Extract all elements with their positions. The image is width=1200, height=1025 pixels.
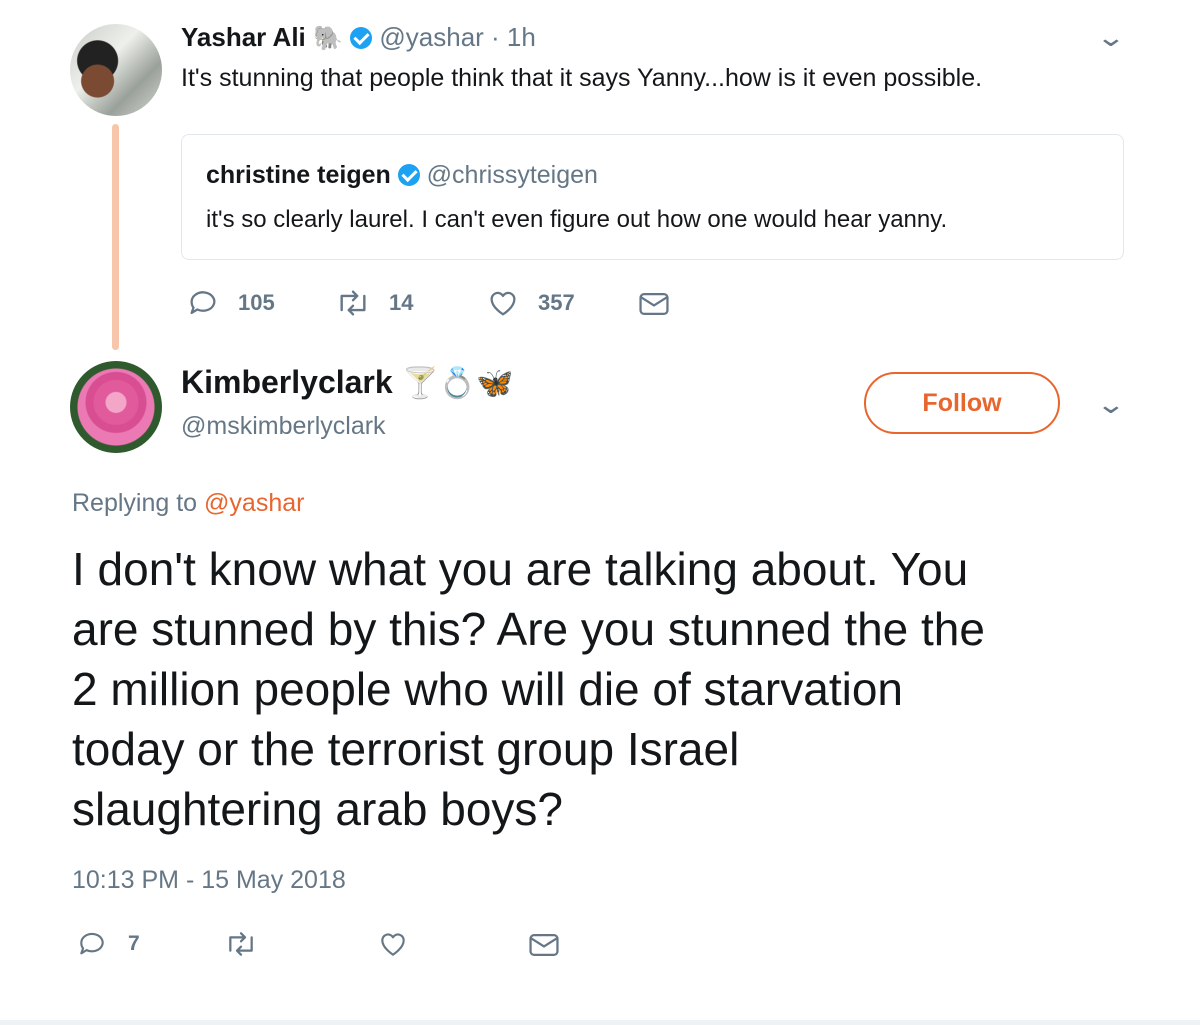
- reply-author-handle[interactable]: @mskimberlyclark: [181, 412, 386, 441]
- retweet-icon: [340, 290, 366, 316]
- reply-count: 7: [128, 932, 140, 955]
- reply-timestamp[interactable]: 10:13 PM - 15 May 2018: [72, 866, 346, 895]
- replying-to-label: Replying to: [72, 489, 198, 517]
- author-name[interactable]: Yashar Ali: [181, 22, 306, 52]
- message-button[interactable]: [527, 929, 561, 961]
- reply-button[interactable]: [76, 928, 108, 960]
- message-icon: [529, 933, 559, 957]
- quoted-tweet[interactable]: christine teigen @chrissyteigen it's so …: [181, 134, 1124, 260]
- reply-text-line: slaughtering arab boys?: [72, 783, 563, 835]
- reply-text-line: today or the terrorist group Israel: [72, 723, 740, 775]
- tweet-time[interactable]: · 1h: [491, 22, 536, 52]
- chevron-down-icon[interactable]: ⌄: [1096, 22, 1127, 53]
- retweet-icon: [229, 932, 253, 956]
- quoted-header: christine teigen @chrissyteigen: [206, 161, 598, 190]
- reply-count: 105: [238, 290, 275, 315]
- reply-text-line: are stunned by this? Are you stunned the…: [72, 603, 985, 655]
- reply-author-name[interactable]: Kimberlyclark: [181, 364, 393, 400]
- avatar-kimberlyclark[interactable]: [70, 361, 162, 453]
- chevron-down-icon[interactable]: ⌄: [1096, 389, 1127, 420]
- replying-to: Replying to @yashar: [72, 489, 304, 518]
- divider: [0, 1020, 1200, 1025]
- quoted-author-name: christine teigen: [206, 161, 391, 189]
- retweet-count: 14: [389, 290, 414, 315]
- message-button[interactable]: [637, 288, 671, 320]
- reply-icon: [80, 932, 104, 955]
- like-button[interactable]: [376, 928, 410, 960]
- reply-text: I don't know what you are talking about.…: [72, 539, 1172, 839]
- author-handle[interactable]: @yashar: [379, 22, 483, 52]
- follow-button[interactable]: Follow: [864, 372, 1060, 434]
- tweet-text: It's stunning that people think that it …: [181, 64, 983, 92]
- avatar-yashar[interactable]: [70, 24, 162, 116]
- cocktail-ring-butterfly-emoji: 🍸💍🦋: [401, 367, 514, 400]
- like-icon: [381, 933, 405, 956]
- reply-header: Kimberlyclark 🍸💍🦋: [181, 364, 514, 401]
- verified-icon: [350, 27, 373, 49]
- retweet-button[interactable]: [333, 286, 373, 320]
- reply-text-line: 2 million people who will die of starvat…: [72, 663, 903, 715]
- reply-icon: [190, 291, 216, 315]
- thread-connector: [112, 124, 119, 350]
- quoted-author-handle: @chrissyteigen: [426, 161, 598, 189]
- quoted-text: it's so clearly laurel. I can't even fig…: [206, 206, 948, 233]
- like-icon: [490, 291, 516, 316]
- reply-text-line: I don't know what you are talking about.…: [72, 543, 969, 595]
- elephant-emoji: 🐘: [313, 25, 343, 52]
- retweet-button[interactable]: [222, 928, 260, 960]
- reply-button[interactable]: [186, 286, 220, 320]
- like-count: 357: [538, 290, 575, 315]
- like-button[interactable]: [485, 286, 521, 320]
- message-icon: [639, 292, 669, 316]
- tweet-header: Yashar Ali 🐘 @yashar · 1h: [181, 22, 536, 53]
- verified-icon: [397, 164, 420, 186]
- replying-to-handle[interactable]: @yashar: [204, 489, 304, 517]
